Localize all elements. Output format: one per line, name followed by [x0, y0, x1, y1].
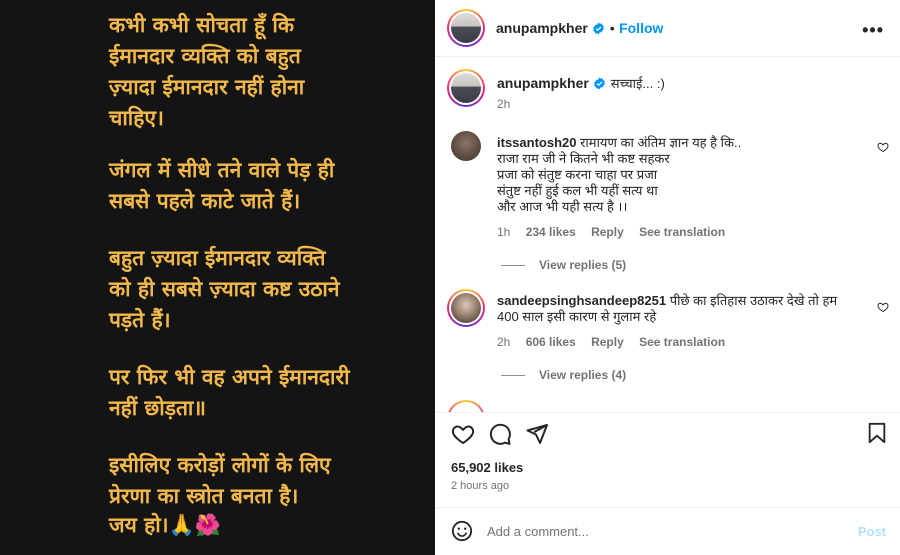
comment-text-line: और आज भी यही सत्य है ।। — [497, 199, 628, 214]
comment-avatar-partial — [447, 400, 485, 412]
comment-text-line: पीछे का इतिहास उठाकर देखे तो हम — [669, 293, 838, 308]
action-bar — [435, 412, 900, 452]
quote-line: प्रेरणा का स्त्रोत बनता है। — [109, 484, 299, 508]
quote-line: ज़्यादा ईमानदार नहीं होना — [109, 75, 305, 99]
caption-avatar[interactable] — [447, 69, 485, 107]
quote-line: ईमानदार व्यक्ति को बहुत — [109, 44, 301, 68]
comment-input[interactable] — [487, 521, 827, 541]
separator-dot: • — [609, 20, 615, 36]
caption: anupampkher सच्चाई... :) — [497, 74, 665, 95]
more-options-icon[interactable]: ••• — [862, 20, 884, 41]
comment-avatar[interactable] — [447, 289, 485, 327]
comment-like-icon[interactable] — [877, 141, 889, 153]
quote-line: चाहिए। — [109, 106, 164, 130]
comment-username[interactable]: itssantosh20 — [497, 135, 576, 150]
comment-meta: 2h 606 likes Reply See translation — [497, 335, 725, 349]
reply-button[interactable]: Reply — [591, 225, 624, 239]
quote-line: इसीलिए करोड़ों लोगों के लिए — [109, 453, 331, 477]
quote-line: जंगल में सीधे तने वाले पेड़ ही — [109, 158, 335, 182]
comment-text-line: प्रजा को संतुष्ट करना चाहा पर प्रजा — [497, 167, 658, 182]
view-replies-button[interactable]: View replies (5) — [501, 258, 626, 272]
comment: sandeepsinghsandeep8251 पीछे का इतिहास उ… — [497, 293, 872, 325]
quote-line: नहीं छोड़ता॥ — [109, 396, 206, 420]
comment-time: 1h — [497, 225, 511, 239]
quote-line: पर फिर भी वह अपने ईमानदारी — [109, 365, 350, 389]
post-header: anupampkher • Follow ••• — [435, 0, 900, 57]
avatar[interactable] — [447, 9, 485, 47]
post-button[interactable]: Post — [858, 524, 886, 539]
header-username[interactable]: anupampkher — [496, 20, 588, 36]
see-translation-button[interactable]: See translation — [639, 335, 725, 349]
post-image: कभी कभी सोचता हूँ कि ईमानदार व्यक्ति को … — [0, 0, 435, 555]
quote-line: पड़ते हैं। — [109, 308, 171, 332]
post-sidebar: anupampkher • Follow ••• anupampkher सच्… — [435, 0, 900, 555]
comment-like-icon[interactable] — [877, 301, 889, 313]
comment-text-line: रामायण का अंतिम ज्ञान यह है कि.. — [580, 135, 742, 150]
comment-text-line: 400 साल इसी कारण से गुलाम रहे — [497, 309, 657, 324]
caption-username[interactable]: anupampkher — [497, 75, 589, 91]
save-icon[interactable] — [866, 422, 888, 444]
comment-username[interactable]: sandeepsinghsandeep8251 — [497, 293, 666, 308]
image-edge-decoration — [200, 549, 320, 555]
caption-text: सच्चाई... :) — [610, 76, 665, 91]
quote-line: जय हो।🙏🌺 — [109, 513, 221, 537]
quote-line: सबसे पहले काटे जाते हैं। — [109, 189, 301, 213]
likes-count[interactable]: 65,902 likes — [451, 460, 523, 475]
comment-likes[interactable]: 606 likes — [526, 335, 576, 349]
see-translation-button[interactable]: See translation — [639, 225, 725, 239]
reply-button[interactable]: Reply — [591, 335, 624, 349]
follow-button[interactable]: Follow — [619, 20, 663, 36]
comment-text-line: राजा राम जी ने कितने भी कष्ट सहकर — [497, 151, 670, 166]
comment: itssantosh20 रामायण का अंतिम ज्ञान यह है… — [497, 135, 857, 215]
comment-time: 2h — [497, 335, 511, 349]
comment-avatar[interactable] — [451, 131, 481, 161]
heart-icon[interactable] — [451, 422, 475, 446]
comment-text-line: संतुष्ट नहीं हुई कल भी यहीं सत्य था — [497, 183, 658, 198]
emoji-icon[interactable] — [451, 520, 473, 542]
share-icon[interactable] — [525, 422, 549, 446]
quote-line: कभी कभी सोचता हूँ कि — [109, 13, 295, 37]
verified-badge-icon — [592, 22, 605, 40]
view-replies-label: View replies (5) — [539, 258, 627, 272]
add-comment-bar: Post — [435, 507, 900, 555]
caption-time: 2h — [497, 97, 511, 111]
comment-likes[interactable]: 234 likes — [526, 225, 576, 239]
view-replies-label: View replies (4) — [539, 368, 627, 382]
quote-line: को ही सबसे ज़्यादा कष्ट उठाने — [109, 277, 340, 301]
posted-time: 2 hours ago — [451, 480, 510, 492]
verified-badge-icon — [593, 77, 606, 95]
comment-meta: 1h 234 likes Reply See translation — [497, 225, 725, 239]
quote-line: बहुत ज़्यादा ईमानदार व्यक्ति — [109, 246, 326, 270]
view-replies-button[interactable]: View replies (4) — [501, 368, 626, 382]
comment-icon[interactable] — [488, 422, 512, 446]
